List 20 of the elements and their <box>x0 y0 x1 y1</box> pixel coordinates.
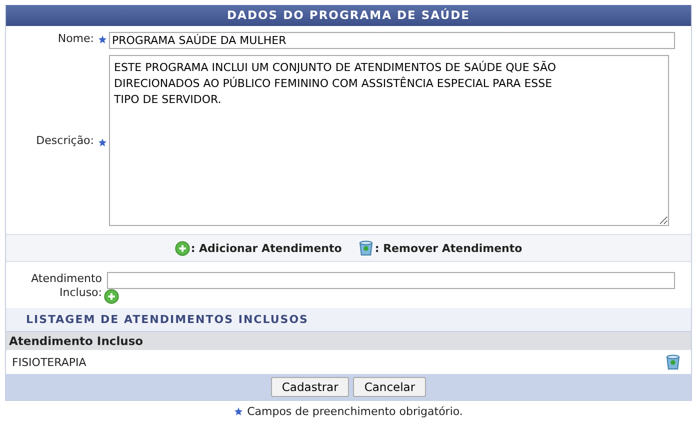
trash-bin-icon <box>358 240 374 256</box>
submit-button[interactable]: Cadastrar <box>270 377 350 397</box>
section-header: LISTAGEM DE ATENDIMENTOS INCLUSOS <box>6 308 691 332</box>
cancel-button[interactable]: Cancelar <box>353 377 426 397</box>
footnote: Campos de preenchimento obrigatório. <box>247 405 463 418</box>
legend-text: : Adicionar Atendimento <box>190 242 342 254</box>
form-title: DADOS DO PROGRAMA DE SAÚDE <box>6 5 691 26</box>
column-header: Atendimento Incluso <box>9 334 144 348</box>
plus-icon[interactable] <box>104 289 119 304</box>
attendance-field[interactable] <box>107 272 675 289</box>
trash-bin-icon[interactable] <box>665 354 681 370</box>
plus-icon <box>174 240 190 256</box>
description-field[interactable]: ESTE PROGRAMA INCLUI UM CONJUNTO DE ATENDIMENTOS DE SAÚDE QUE SÃO DIRECIONADOS AO PÚBLICO FEMININO COM ASSISTÊNCIA ESPECIAL PARA ESSE TIPO DE SERVIDOR. <box>109 55 669 226</box>
required-star-icon <box>234 407 244 416</box>
field-label: Atendimento Incluso: <box>30 272 102 300</box>
legend-text: : Remover Atendimento <box>374 242 522 254</box>
field-label: Nome: <box>56 32 95 45</box>
name-field[interactable]: PROGRAMA SAÚDE DA MULHER <box>109 32 675 49</box>
table-cell: FISIOTERAPIA <box>12 356 86 368</box>
field-label: Descrição: <box>35 134 95 147</box>
